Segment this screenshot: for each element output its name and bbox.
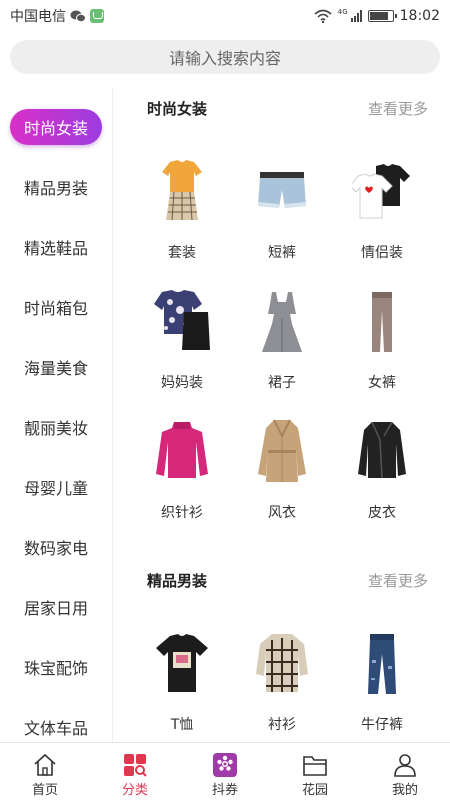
nav-label: 我的 — [391, 783, 418, 798]
sidebar-item[interactable]: 时尚女装 — [10, 109, 102, 145]
grid-label: 风衣 — [268, 505, 296, 521]
couple-tshirts-icon — [352, 164, 410, 219]
grid-item-mom-wear[interactable]: 妈妈装 — [137, 288, 227, 398]
nav-label: 首页 — [31, 783, 58, 798]
nav-item-garden[interactable]: 花园 — [270, 743, 360, 800]
wifi-icon — [314, 9, 332, 23]
grid-item-leather-jacket[interactable]: 皮衣 — [337, 418, 427, 528]
trench-coat-icon — [258, 419, 306, 482]
home-icon — [34, 753, 56, 776]
grid-label: 妈妈装 — [161, 375, 203, 391]
nav-item-home[interactable]: 首页 — [0, 743, 90, 800]
grid-item-tshirt[interactable]: T恤 — [137, 630, 227, 740]
grid-item-shirt[interactable]: 衬衫 — [237, 630, 327, 740]
status-left: 中国电信 — [10, 6, 104, 26]
coupon-icon — [213, 753, 237, 777]
plaid-shirt-icon — [256, 634, 308, 692]
women-pants-icon — [372, 292, 392, 352]
network-type-label: 4G — [337, 8, 348, 16]
denim-shorts-icon — [258, 172, 306, 208]
grid-label: 情侣装 — [361, 245, 403, 261]
category-sidebar: 时尚女装精品男装精选鞋品时尚箱包海量美食靓丽美妆母婴儿童数码家电居家日用珠宝配饰… — [0, 88, 113, 742]
sidebar-item[interactable]: 母婴儿童 — [10, 469, 102, 505]
folder-icon — [303, 756, 327, 776]
nav-item-coupon[interactable]: 抖券 — [180, 743, 270, 800]
sidebar-item-label: 文体车品 — [23, 719, 88, 738]
section-title: 精品男装 — [147, 571, 208, 590]
grid-item-couple-wear[interactable]: 情侣装 — [337, 158, 427, 268]
leather-jacket-icon — [358, 421, 406, 479]
status-bar: 中国电信 4G 18:02 — [0, 0, 450, 32]
grid-item-outfit-set[interactable]: 套装 — [137, 158, 227, 268]
grid-item-knitwear[interactable]: 织针衫 — [137, 418, 227, 528]
sidebar-item-label: 靓丽美妆 — [23, 419, 88, 438]
grid-label: 牛仔裤 — [361, 717, 403, 733]
profile-icon — [394, 754, 416, 777]
wechat-icon — [70, 10, 86, 22]
grid-label: 皮衣 — [368, 505, 396, 521]
grid-label: 裙子 — [268, 375, 296, 391]
security-shield-icon — [90, 9, 104, 23]
bottom-nav: 首页 分类 抖券 花园 我的 — [0, 742, 450, 800]
grid-label: 短裤 — [268, 245, 296, 261]
section-men-fashion: 精品男装 查看更多 T恤 衬衫 牛仔裤 — [113, 560, 450, 742]
sidebar-item-label: 居家日用 — [23, 599, 88, 618]
sidebar-item-label: 海量美食 — [23, 359, 88, 378]
grid-label: 套装 — [168, 245, 196, 261]
knit-sweater-icon — [156, 422, 208, 478]
sidebar-item[interactable]: 珠宝配饰 — [10, 649, 102, 685]
sidebar-item[interactable]: 精选鞋品 — [10, 229, 102, 265]
battery-icon — [367, 10, 397, 22]
section-title: 时尚女装 — [147, 99, 208, 118]
tshirt-icon — [156, 634, 208, 692]
sidebar-item-label: 数码家电 — [23, 539, 88, 558]
grid-item-dress[interactable]: 裙子 — [237, 288, 327, 398]
carrier-label: 中国电信 — [10, 9, 66, 25]
grid-item-trench-coat[interactable]: 风衣 — [237, 418, 327, 528]
nav-label: 花园 — [301, 783, 328, 798]
sidebar-item-label: 时尚女装 — [23, 119, 88, 138]
sidebar-item[interactable]: 海量美食 — [10, 349, 102, 385]
nav-label: 抖券 — [211, 783, 238, 798]
grid-label: 衬衫 — [268, 717, 296, 733]
section-header: 时尚女装 查看更多 — [147, 88, 428, 128]
sidebar-item[interactable]: 居家日用 — [10, 589, 102, 625]
grid-item-women-pants[interactable]: 女裤 — [337, 288, 427, 398]
grid-label: T恤 — [170, 717, 194, 733]
status-right: 4G 18:02 — [314, 8, 440, 24]
see-more-link[interactable]: 查看更多 — [368, 98, 428, 119]
sidebar-item[interactable]: 数码家电 — [10, 529, 102, 565]
battery-fill — [369, 12, 389, 20]
section-header: 精品男装 查看更多 — [147, 560, 428, 600]
search-placeholder: 请输入搜索内容 — [168, 49, 281, 68]
clock-time: 18:02 — [399, 8, 440, 24]
see-more-link[interactable]: 查看更多 — [368, 570, 428, 591]
outfit-set-icon — [162, 160, 202, 221]
category-content: 时尚女装 查看更多 套装 短裤 情侣装 妈妈装 裙子 女裤 织针衫 风衣 皮衣 … — [113, 88, 450, 742]
category-icon — [124, 754, 147, 777]
sidebar-item[interactable]: 精品男装 — [10, 169, 102, 205]
nav-label: 分类 — [121, 783, 148, 798]
sidebar-item-label: 时尚箱包 — [23, 299, 88, 318]
section-women-fashion: 时尚女装 查看更多 套装 短裤 情侣装 妈妈装 裙子 女裤 织针衫 风衣 皮衣 — [113, 88, 450, 538]
signal-icon — [350, 10, 362, 22]
dress-icon — [262, 292, 302, 352]
jeans-icon — [368, 634, 396, 694]
sidebar-item[interactable]: 靓丽美妆 — [10, 409, 102, 445]
search-input[interactable]: 请输入搜索内容 — [10, 40, 440, 74]
sidebar-item-label: 珠宝配饰 — [23, 659, 88, 678]
grid-item-jeans[interactable]: 牛仔裤 — [337, 630, 427, 740]
sidebar-item-label: 精品男装 — [23, 179, 88, 198]
grid-label: 女裤 — [368, 375, 396, 391]
grid-label: 织针衫 — [161, 505, 203, 521]
sidebar-item[interactable]: 时尚箱包 — [10, 289, 102, 325]
sidebar-item[interactable]: 文体车品 — [10, 709, 102, 745]
nav-item-profile[interactable]: 我的 — [360, 743, 450, 800]
nav-item-category[interactable]: 分类 — [90, 743, 180, 800]
sidebar-item-label: 精选鞋品 — [23, 239, 88, 258]
grid-item-shorts[interactable]: 短裤 — [237, 158, 327, 268]
mom-outfit-icon — [154, 290, 210, 350]
sidebar-item-label: 母婴儿童 — [23, 479, 88, 498]
